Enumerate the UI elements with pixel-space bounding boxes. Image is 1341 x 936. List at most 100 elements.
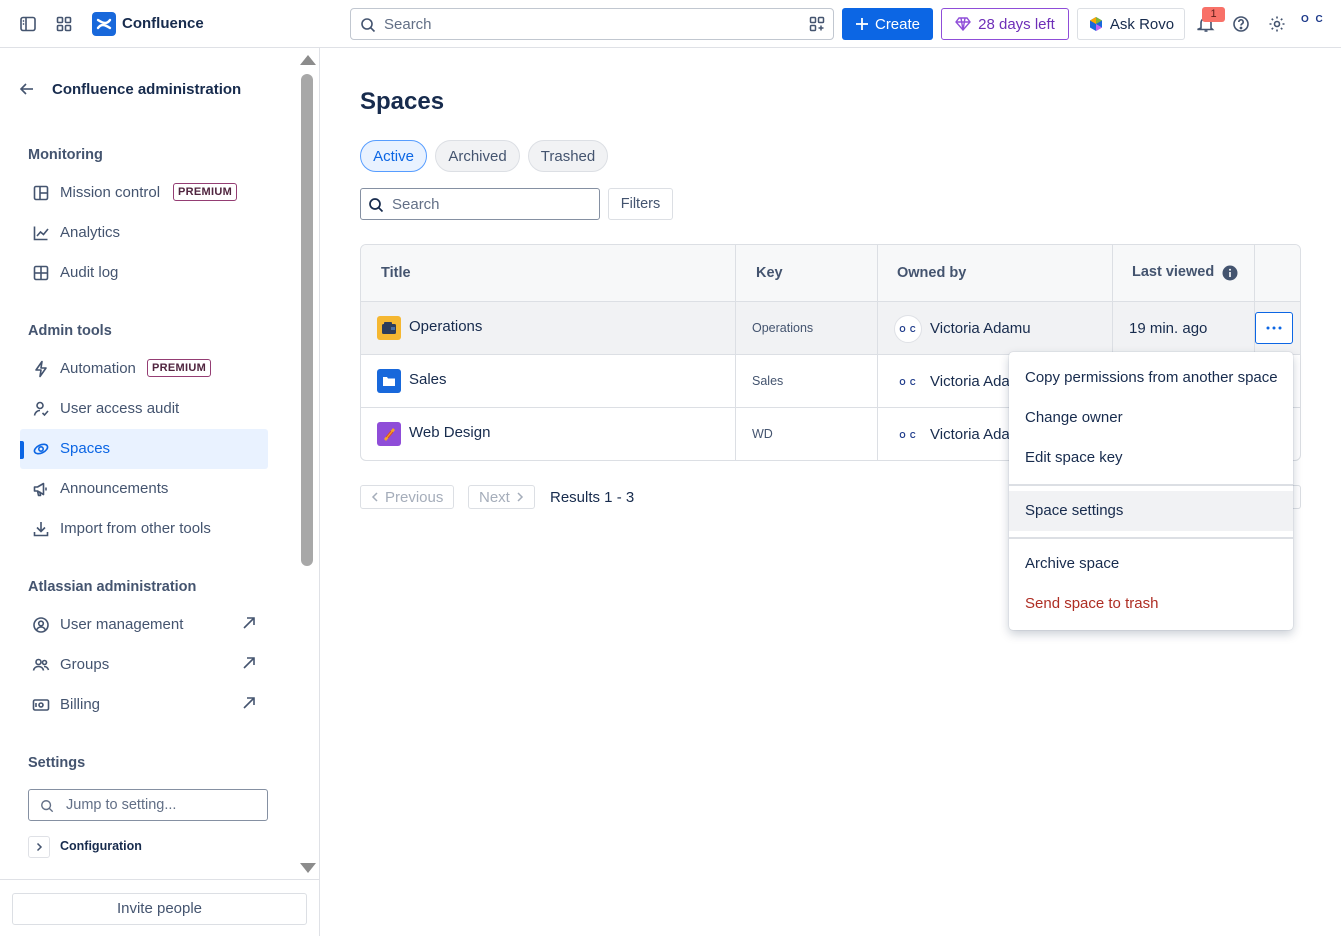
space-title[interactable]: Sales bbox=[409, 371, 447, 388]
settings-gear-icon[interactable] bbox=[1265, 12, 1289, 36]
app-switcher-icon[interactable] bbox=[52, 12, 76, 36]
jump-to-setting-input[interactable]: Jump to setting... bbox=[28, 789, 268, 821]
tab-archived[interactable]: Archived bbox=[435, 140, 520, 172]
global-search-input[interactable]: Search bbox=[350, 8, 834, 40]
column-header-key[interactable]: Key bbox=[756, 265, 783, 281]
owner-name[interactable]: Victoria Adamu bbox=[930, 320, 1031, 337]
sidebar-item-label: Automation bbox=[60, 360, 136, 377]
space-icon-web-design bbox=[377, 422, 401, 446]
page-title: Spaces bbox=[360, 88, 445, 115]
chevron-right-icon bbox=[516, 492, 524, 502]
column-header-last-viewed[interactable]: Last viewed bbox=[1132, 264, 1214, 280]
menu-item-send-to-trash[interactable]: Send space to trash bbox=[1009, 584, 1293, 624]
tab-trashed[interactable]: Trashed bbox=[528, 140, 608, 172]
owner-avatar: O C bbox=[894, 368, 922, 396]
trial-days-button[interactable]: 28 days left bbox=[941, 8, 1069, 40]
scroll-down-arrow-icon[interactable] bbox=[300, 863, 316, 873]
jump-placeholder: Jump to setting... bbox=[66, 797, 177, 813]
people-group-icon bbox=[32, 656, 50, 674]
arrow-left-icon[interactable] bbox=[18, 80, 36, 98]
menu-item-change-owner[interactable]: Change owner bbox=[1009, 398, 1293, 438]
filters-button[interactable]: Filters bbox=[608, 188, 673, 220]
ask-rovo-button[interactable]: Ask Rovo bbox=[1077, 8, 1185, 40]
sidebar-item-billing[interactable]: Billing bbox=[20, 685, 268, 725]
sidebar-item-import[interactable]: Import from other tools bbox=[20, 509, 268, 549]
sidebar-item-label: Billing bbox=[60, 696, 101, 713]
table-row[interactable]: Operations Operations O C Victoria Adamu… bbox=[361, 302, 1300, 355]
sidebar-item-mission-control[interactable]: Mission control PREMIUM bbox=[20, 173, 268, 213]
menu-divider bbox=[1009, 537, 1293, 539]
chevron-right-icon[interactable] bbox=[28, 836, 50, 858]
external-link-icon bbox=[242, 616, 256, 630]
admin-sidebar: Confluence administration Monitoring Mis… bbox=[0, 48, 320, 936]
search-icon bbox=[40, 799, 54, 813]
rovo-icon bbox=[1088, 16, 1104, 32]
sidebar-item-spaces[interactable]: Spaces bbox=[20, 429, 268, 469]
section-monitoring: Monitoring bbox=[28, 147, 103, 163]
scrollbar-thumb[interactable] bbox=[301, 74, 313, 566]
section-settings: Settings bbox=[28, 755, 86, 771]
create-button[interactable]: Create bbox=[842, 8, 933, 40]
megaphone-icon bbox=[32, 480, 50, 498]
previous-label: Previous bbox=[385, 488, 444, 506]
search-icon bbox=[368, 197, 384, 213]
spaces-search-input[interactable]: Search bbox=[360, 188, 600, 220]
sidebar-footer: Invite people bbox=[0, 879, 319, 936]
sidebar-item-label: Import from other tools bbox=[60, 520, 211, 537]
search-icon bbox=[360, 17, 376, 33]
confluence-logo-icon[interactable] bbox=[92, 12, 116, 36]
column-header-title[interactable]: Title bbox=[381, 265, 411, 281]
sidebar-item-audit-log[interactable]: Audit log bbox=[20, 253, 268, 293]
sidebar-item-analytics[interactable]: Analytics bbox=[20, 213, 268, 253]
brand-name[interactable]: Confluence bbox=[122, 15, 204, 32]
sidebar-item-groups[interactable]: Groups bbox=[20, 645, 268, 685]
space-icon-operations bbox=[377, 316, 401, 340]
info-icon[interactable] bbox=[1222, 265, 1238, 281]
more-actions-button[interactable] bbox=[1255, 312, 1293, 344]
last-viewed: 19 min. ago bbox=[1129, 320, 1208, 337]
lightning-bolt-icon bbox=[32, 360, 50, 378]
owner-name[interactable]: Victoria Ada bbox=[930, 426, 1010, 443]
tab-active[interactable]: Active bbox=[360, 140, 427, 172]
section-atlassian-administration: Atlassian administration bbox=[28, 579, 197, 595]
menu-item-archive-space[interactable]: Archive space bbox=[1009, 544, 1293, 584]
owner-name[interactable]: Victoria Ada bbox=[930, 373, 1010, 390]
sidebar-item-label: Announcements bbox=[60, 480, 169, 497]
space-title[interactable]: Operations bbox=[409, 318, 482, 335]
sidebar-item-announcements[interactable]: Announcements bbox=[20, 469, 268, 509]
sidebar-item-user-management[interactable]: User management bbox=[20, 605, 268, 645]
line-chart-icon bbox=[32, 224, 50, 242]
configuration-label: Configuration bbox=[60, 839, 142, 853]
column-divider bbox=[877, 245, 878, 460]
search-placeholder: Search bbox=[384, 16, 432, 33]
help-icon[interactable] bbox=[1229, 12, 1253, 36]
next-page-button[interactable]: Next bbox=[468, 485, 535, 509]
user-avatar[interactable]: O C bbox=[1301, 14, 1325, 34]
results-count: Results 1 - 3 bbox=[550, 489, 635, 506]
plus-icon bbox=[855, 17, 869, 31]
table-icon bbox=[32, 264, 50, 282]
previous-page-button[interactable]: Previous bbox=[360, 485, 455, 509]
space-key: Operations bbox=[752, 321, 814, 335]
menu-item-copy-permissions[interactable]: Copy permissions from another space bbox=[1009, 358, 1293, 398]
menu-item-space-settings[interactable]: Space settings bbox=[1009, 491, 1293, 531]
sidebar-scrollbar[interactable] bbox=[300, 48, 316, 878]
menu-divider bbox=[1009, 484, 1293, 486]
space-title[interactable]: Web Design bbox=[409, 424, 490, 441]
owner-avatar: O C bbox=[894, 315, 922, 343]
download-icon bbox=[32, 520, 50, 538]
column-header-owned-by[interactable]: Owned by bbox=[897, 265, 966, 281]
space-actions-menu: Copy permissions from another space Chan… bbox=[1009, 352, 1293, 630]
column-divider bbox=[735, 245, 736, 460]
sidebar-item-user-access-audit[interactable]: User access audit bbox=[20, 389, 268, 429]
space-key: Sales bbox=[752, 374, 784, 388]
menu-item-edit-space-key[interactable]: Edit space key bbox=[1009, 438, 1293, 478]
search-placeholder: Search bbox=[392, 196, 440, 213]
external-link-icon bbox=[242, 656, 256, 670]
user-circle-icon bbox=[32, 616, 50, 634]
invite-people-button[interactable]: Invite people bbox=[12, 893, 307, 925]
qr-scan-icon[interactable] bbox=[809, 16, 825, 32]
scroll-up-arrow-icon[interactable] bbox=[300, 55, 316, 65]
sidebar-item-automation[interactable]: Automation PREMIUM bbox=[20, 349, 268, 389]
sidebar-toggle-icon[interactable] bbox=[16, 12, 40, 36]
